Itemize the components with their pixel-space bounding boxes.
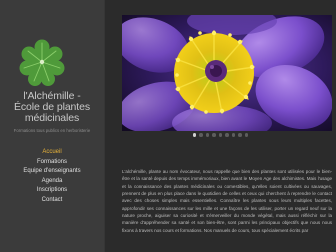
slider-dot-7[interactable] (231, 133, 236, 137)
purple-flower-photo (122, 15, 332, 131)
page: l'Alchémille - École de plantes médicina… (0, 0, 336, 252)
sidebar: l'Alchémille - École de plantes médicina… (0, 0, 104, 252)
nav-item-contact[interactable]: Contact (0, 196, 104, 206)
main-nav: Accueil Formations Equipe d'enseignants … (0, 148, 104, 205)
nav-item-formations[interactable]: Formations (0, 158, 104, 168)
slider-dot-9[interactable] (244, 133, 249, 137)
nav-item-agenda[interactable]: Agenda (0, 177, 104, 187)
slider-dot-8[interactable] (238, 133, 242, 137)
slider-dot-6[interactable] (225, 133, 229, 137)
intro-paragraph: L'alchémille, plante au nom évocateur, n… (122, 169, 332, 233)
slider-dot-3[interactable] (205, 133, 210, 137)
image-slider[interactable] (122, 15, 332, 131)
nav-item-equipe[interactable]: Equipe d'enseignants (0, 167, 104, 177)
slider-dot-1[interactable] (192, 133, 197, 137)
slider-dot-4[interactable] (212, 133, 216, 137)
slider-dot-5[interactable] (218, 133, 223, 137)
main-panel: L'alchémille, plante au nom évocateur, n… (105, 0, 336, 252)
slider-pagination (105, 133, 336, 139)
nav-item-accueil[interactable]: Accueil (0, 148, 104, 158)
site-title[interactable]: l'Alchémille - École de plantes médicina… (2, 91, 102, 124)
alchemille-leaf-logo[interactable] (18, 38, 66, 86)
intro-text: L'alchémille, plante au nom évocateur, n… (122, 168, 332, 252)
site-tagline: Formations tous publics en herboristerie (13, 128, 91, 133)
site-title-line-3: médicinales (24, 112, 80, 124)
slider-dot-2[interactable] (199, 133, 203, 137)
nav-item-inscriptions[interactable]: Inscriptions (0, 186, 104, 196)
